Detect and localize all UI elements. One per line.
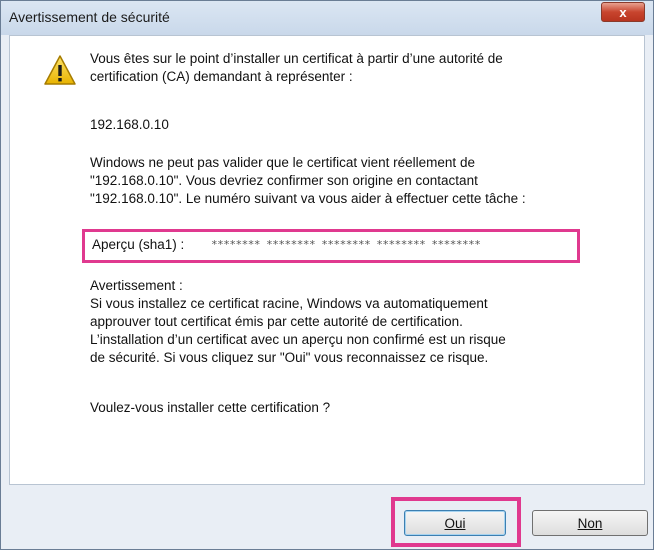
fingerprint-value: ******** ******** ******** ******** ****… bbox=[211, 238, 481, 251]
host-address: 192.168.0.10 bbox=[90, 117, 169, 132]
intro-text: Vous êtes sur le point d’installer un ce… bbox=[90, 51, 503, 84]
close-icon: x bbox=[619, 4, 627, 20]
warning-icon bbox=[44, 55, 76, 85]
fingerprint-label: Aperçu (sha1) : bbox=[92, 237, 185, 252]
fingerprint-highlight: Aperçu (sha1) : ******** ******** ******… bbox=[82, 229, 580, 263]
validation-text: Windows ne peut pas valider que le certi… bbox=[90, 155, 526, 206]
install-question: Voulez-vous installer cette certificatio… bbox=[90, 400, 331, 415]
warning-text: Avertissement : Si vous installez ce cer… bbox=[90, 278, 506, 365]
yes-button[interactable]: Oui bbox=[404, 510, 506, 536]
security-warning-dialog: Avertissement de sécurité x Vous êtes su… bbox=[0, 0, 654, 550]
dialog-title: Avertissement de sécurité bbox=[9, 9, 170, 25]
no-button[interactable]: Non bbox=[532, 510, 648, 536]
title-bar: Avertissement de sécurité x bbox=[1, 1, 653, 35]
close-button[interactable]: x bbox=[601, 2, 645, 22]
